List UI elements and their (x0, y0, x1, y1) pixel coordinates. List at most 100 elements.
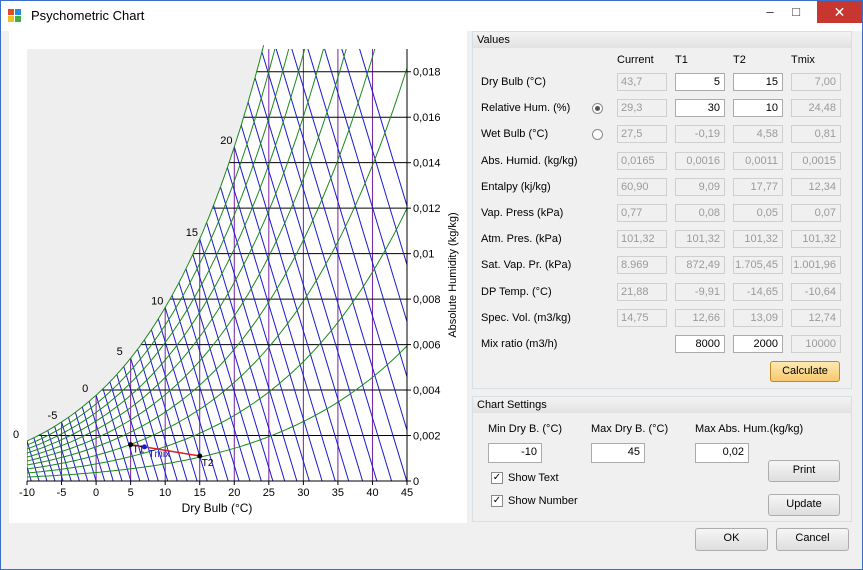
values-row-label: Atm. Pres. (kPa) (481, 233, 562, 245)
y-axis-tick-label: 0,004 (413, 385, 441, 397)
chart-settings-group: Chart Settings Min Dry B. (°C) -10 Max D… (472, 396, 852, 522)
window-title: Psychometric Chart (31, 8, 145, 23)
values-row-label: Entalpy (kj/kg) (481, 181, 551, 193)
values-cell-current: 8.969 (617, 256, 667, 274)
title-bar: Psychometric Chart – □ ✕ (1, 1, 862, 31)
values-cell-t1: -0,19 (675, 125, 725, 143)
values-cell-t2: 17,77 (733, 178, 783, 196)
values-cell-t1[interactable]: 8000 (675, 335, 725, 353)
values-row-label: Sat. Vap. Pr. (kPa) (481, 259, 572, 271)
x-axis-tick-label: 40 (366, 487, 378, 499)
values-cell-t1: -9,91 (675, 283, 725, 301)
update-button[interactable]: Update (768, 494, 840, 516)
app-icon (8, 9, 21, 22)
relative-humidity-radio[interactable] (592, 103, 603, 114)
values-row-label: Spec. Vol. (m3/kg) (481, 312, 571, 324)
values-cell-t1: 0,08 (675, 204, 725, 222)
ok-button[interactable]: OK (695, 528, 768, 551)
values-row-label: DP Temp. (°C) (481, 286, 552, 298)
y-axis-tick-label: 0,008 (413, 294, 441, 306)
values-cell-t1[interactable]: 5 (675, 73, 725, 91)
wet-bulb-label: -5 (48, 410, 58, 422)
values-cell-tmix: 0,07 (791, 204, 841, 222)
show-text-checkbox[interactable]: ✓ (491, 472, 503, 484)
calculate-button[interactable]: Calculate (770, 361, 840, 382)
values-cell-tmix: 24,48 (791, 99, 841, 117)
y-axis-tick-label: 0,01 (413, 249, 434, 261)
values-cell-t1[interactable]: 30 (675, 99, 725, 117)
values-group-title: Values (473, 32, 851, 48)
values-cell-t2: 0,0011 (733, 152, 783, 170)
values-header-t1: T1 (675, 54, 688, 66)
close-button[interactable]: ✕ (817, 1, 862, 23)
values-row-label: Mix ratio (m3/h) (481, 338, 558, 350)
x-axis-label: Dry Bulb (°C) (182, 501, 253, 515)
values-cell-t2: 1.705,45 (733, 256, 783, 274)
values-cell-t2: -14,65 (733, 283, 783, 301)
x-axis-tick-label: 15 (194, 487, 206, 499)
y-axis-label: Absolute Humidity (kg/kg) (447, 212, 459, 337)
y-axis-tick-label: 0,018 (413, 67, 441, 79)
values-cell-current: 27,5 (617, 125, 667, 143)
min-dry-input[interactable]: -10 (488, 443, 542, 463)
values-cell-tmix: 12,74 (791, 309, 841, 327)
wet-bulb-label: 15 (186, 227, 198, 239)
values-cell-tmix: 0,81 (791, 125, 841, 143)
y-axis-tick-label: 0 (413, 476, 419, 488)
values-cell-tmix: 1.001,96 (791, 256, 841, 274)
wet-bulb-line (9, 450, 16, 481)
max-abs-hum-input[interactable]: 0,02 (695, 443, 749, 463)
maximize-button[interactable]: □ (783, 1, 809, 23)
values-cell-t2[interactable]: 15 (733, 73, 783, 91)
values-cell-t2: 4,58 (733, 125, 783, 143)
values-cell-t2[interactable]: 10 (733, 99, 783, 117)
values-group: Values Current T1 T2 Tmix Dry Bulb (°C) 43,7 5… (472, 31, 852, 389)
cancel-button[interactable]: Cancel (776, 528, 849, 551)
values-row-label: Wet Bulb (°C) (481, 128, 549, 140)
max-dry-input[interactable]: 45 (591, 443, 645, 463)
wet-bulb-label: 5 (117, 346, 123, 358)
wet-bulb-radio[interactable] (592, 129, 603, 140)
x-axis-tick-label: -5 (57, 487, 67, 499)
x-axis-tick-label: 25 (263, 487, 275, 499)
values-cell-current: 14,75 (617, 309, 667, 327)
show-text-label: Show Text (508, 472, 559, 484)
values-cell-t2[interactable]: 2000 (733, 335, 783, 353)
x-axis-tick-label: 30 (297, 487, 309, 499)
state-point-tmix (141, 444, 147, 450)
y-axis-tick-label: 0,016 (413, 112, 441, 124)
psychrometric-chart: -10 -5 0 5 10 15 20 25 30 35 40 4500,0020,0040,0060… (9, 45, 459, 515)
values-header-t2: T2 (733, 54, 746, 66)
values-cell-t2: 101,32 (733, 230, 783, 248)
wet-bulb-label: 20 (220, 135, 232, 147)
main-window: Psychometric Chart – □ ✕ -10 -5 0 5 10 15 20 25… (0, 0, 863, 570)
values-cell-t1: 872,49 (675, 256, 725, 274)
values-cell-tmix: 10000 (791, 335, 841, 353)
values-cell-current: 60,90 (617, 178, 667, 196)
print-button[interactable]: Print (768, 460, 840, 482)
values-cell-current: 101,32 (617, 230, 667, 248)
values-cell-t1: 0,0016 (675, 152, 725, 170)
x-axis-tick-label: 10 (159, 487, 171, 499)
y-axis-tick-label: 0,006 (413, 340, 441, 352)
wet-bulb-label: 0 (82, 383, 88, 395)
x-axis-tick-label: -10 (19, 487, 35, 499)
values-row-label: Dry Bulb (°C) (481, 76, 546, 88)
state-point-label: T2 (202, 458, 214, 469)
x-axis-tick-label: 5 (128, 487, 134, 499)
values-cell-t1: 9,09 (675, 178, 725, 196)
values-cell-t1: 101,32 (675, 230, 725, 248)
state-point-label: Tmix (148, 449, 170, 460)
show-number-checkbox[interactable]: ✓ (491, 495, 503, 507)
max-abs-hum-label: Max Abs. Hum.(kg/kg) (695, 423, 804, 435)
values-row-label: Vap. Press (kPa) (481, 207, 564, 219)
chart-settings-title: Chart Settings (473, 397, 851, 413)
values-cell-t1: 12,66 (675, 309, 725, 327)
max-dry-label: Max Dry B. (°C) (591, 423, 669, 435)
y-axis-tick-label: 0,014 (413, 158, 441, 170)
wet-bulb-label: 0 (13, 429, 19, 441)
values-cell-tmix: 7,00 (791, 73, 841, 91)
values-cell-tmix: -10,64 (791, 283, 841, 301)
minimize-button[interactable]: – (757, 1, 783, 23)
values-cell-current: 29,3 (617, 99, 667, 117)
